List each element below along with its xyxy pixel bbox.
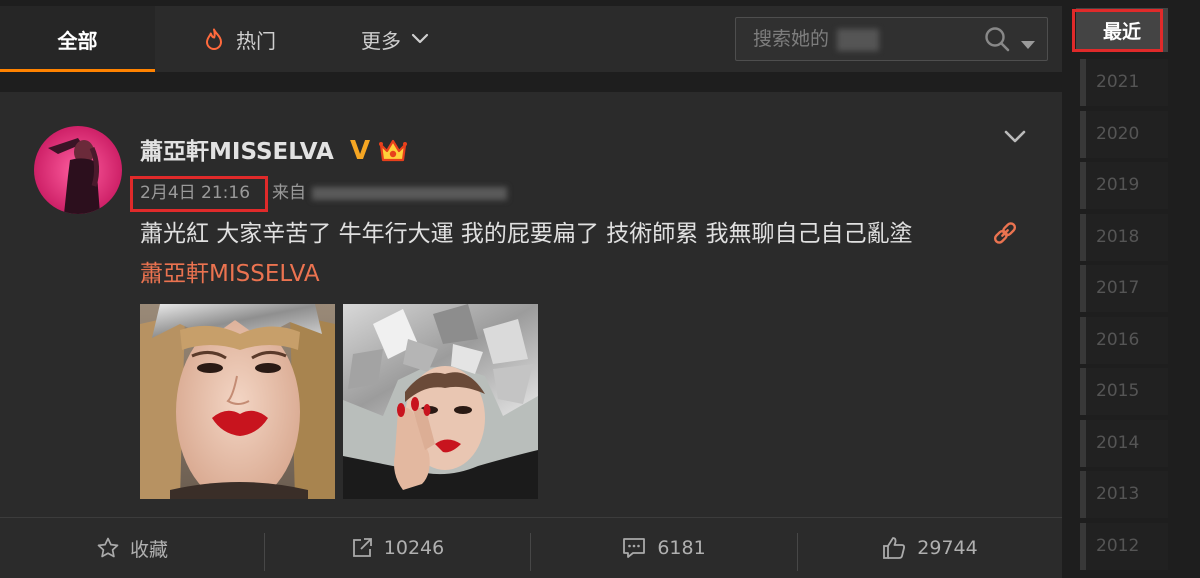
timeline-year-item[interactable]: 2012 (1080, 522, 1168, 570)
timeline-year-item[interactable]: 2020 (1080, 110, 1168, 158)
action-separator (530, 533, 531, 571)
top-nav-bar: 全部 热门 更多 (0, 6, 1062, 72)
timeline-year-item[interactable]: 2017 (1080, 265, 1168, 312)
crown-icon[interactable] (378, 138, 408, 168)
comment-count: 6181 (657, 537, 706, 559)
post-image[interactable] (343, 304, 538, 499)
star-icon (96, 536, 120, 560)
blurred-search-text (837, 29, 879, 51)
post-source-prefix: 来自 (272, 183, 306, 203)
thumbs-up-icon (881, 535, 907, 561)
timeline-recent-button[interactable]: 最近 (1076, 8, 1168, 52)
dropdown-arrow-icon[interactable] (1021, 35, 1035, 54)
post-mention-link[interactable]: 蕭亞軒MISSELVA (140, 259, 320, 289)
share-icon (350, 536, 374, 560)
post-text: 蕭光紅 大家辛苦了 牛年行大運 我的屁要扁了 技術師累 我無聊自己自己亂塗 (140, 221, 913, 247)
timeline-year-item[interactable]: 2014 (1080, 419, 1168, 467)
post-timestamp[interactable]: 2月4日 21:16 (140, 181, 250, 205)
search-icon[interactable] (983, 25, 1011, 57)
flame-icon (204, 28, 224, 50)
action-separator (264, 533, 265, 571)
favorite-button[interactable]: 收藏 (0, 518, 264, 578)
like-count: 29744 (917, 537, 978, 559)
author-name[interactable]: 蕭亞軒MISSELVA (140, 138, 334, 166)
tab-all-label: 全部 (57, 28, 98, 53)
tab-hot-label: 热门 (236, 28, 276, 53)
tab-hot[interactable]: 热门 (185, 6, 295, 72)
timeline-year-item[interactable]: 2013 (1080, 471, 1168, 518)
repost-count: 10246 (383, 537, 445, 559)
like-button[interactable]: 29744 (797, 518, 1062, 578)
timeline-year-item[interactable]: 2016 (1080, 316, 1168, 364)
repost-button[interactable]: 10246 (264, 518, 530, 578)
comment-button[interactable]: 6181 (530, 518, 797, 578)
action-separator (797, 533, 798, 571)
post-card: 蕭亞軒MISSELVA V 2月4日 21:16 来自 蕭光紅 大家辛苦了 牛年… (0, 92, 1062, 578)
tab-more[interactable]: 更多 (345, 6, 445, 72)
search-box (735, 17, 1048, 61)
avatar[interactable] (34, 126, 122, 214)
timeline-year-item[interactable]: 2015 (1080, 368, 1168, 415)
timeline-year-item[interactable]: 2018 (1080, 213, 1168, 261)
blurred-post-source (312, 187, 507, 200)
comment-icon (621, 536, 647, 560)
favorite-label: 收藏 (129, 538, 168, 561)
post-action-bar: 收藏 10246 6181 29744 (0, 518, 1062, 578)
timeline-year-list: 2021 2020 2019 2018 2017 2016 2015 2014 … (1080, 59, 1168, 574)
tab-all[interactable]: 全部 (0, 6, 155, 72)
timeline-recent-label: 最近 (1102, 20, 1141, 43)
timeline-year-item[interactable]: 2021 (1080, 59, 1168, 106)
verified-v-icon: V (350, 136, 371, 166)
link-icon[interactable] (992, 220, 1018, 250)
chevron-down-icon (411, 33, 429, 45)
tab-more-label: 更多 (361, 28, 401, 53)
timeline-year-item[interactable]: 2019 (1080, 162, 1168, 209)
post-menu-chevron-icon[interactable] (1001, 122, 1029, 154)
post-image[interactable] (140, 304, 335, 499)
active-tab-indicator (0, 69, 155, 72)
